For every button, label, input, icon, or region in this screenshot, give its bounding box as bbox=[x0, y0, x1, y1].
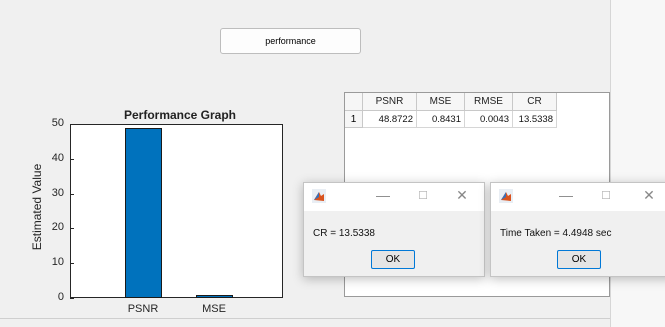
table-header-psnr: PSNR bbox=[363, 93, 417, 111]
table-header-rmse: RMSE bbox=[465, 93, 513, 111]
y-tick-mark bbox=[70, 298, 74, 299]
plot-area bbox=[70, 124, 283, 298]
bar-mse bbox=[195, 295, 233, 298]
y-tick-mark bbox=[70, 194, 74, 195]
y-tick-mark bbox=[70, 159, 74, 160]
x-tick-label: PSNR bbox=[127, 303, 159, 315]
table-corner-cell bbox=[345, 93, 363, 111]
y-tick-mark bbox=[70, 263, 74, 264]
table-header-mse: MSE bbox=[417, 93, 465, 111]
ok-button[interactable]: OK bbox=[557, 250, 601, 269]
minimize-button[interactable]: — bbox=[554, 187, 578, 203]
table-cell-psnr[interactable]: 48.8722 bbox=[363, 111, 417, 128]
y-tick-mark bbox=[70, 228, 74, 229]
performance-button[interactable]: performance bbox=[220, 28, 361, 54]
dialog-titlebar[interactable]: — ☐ ✕ bbox=[491, 183, 665, 211]
close-icon[interactable]: ✕ bbox=[637, 187, 661, 204]
chart-title: Performance Graph bbox=[123, 108, 237, 122]
y-axis-label: Estimated Value bbox=[30, 163, 44, 251]
y-tick-label: 0 bbox=[57, 291, 64, 303]
matlab-logo-icon bbox=[499, 189, 513, 203]
ok-button[interactable]: OK bbox=[371, 250, 415, 269]
x-tick-label: MSE bbox=[202, 303, 226, 315]
table-header-cr: CR bbox=[513, 93, 557, 111]
maximize-button: ☐ bbox=[601, 190, 611, 202]
y-tick-label: 10 bbox=[51, 256, 64, 269]
matlab-logo-icon bbox=[312, 189, 326, 203]
divider bbox=[0, 318, 610, 319]
table-cell-mse[interactable]: 0.8431 bbox=[417, 111, 465, 128]
table-cell-rmse[interactable]: 0.0043 bbox=[465, 111, 513, 128]
y-tick-label: 30 bbox=[51, 186, 64, 199]
maximize-button: ☐ bbox=[418, 190, 428, 202]
minimize-button[interactable]: — bbox=[371, 187, 395, 203]
close-icon[interactable]: ✕ bbox=[450, 187, 474, 204]
time-message: Time Taken = 4.4948 sec bbox=[500, 228, 612, 239]
y-tick-label: 50 bbox=[51, 117, 64, 129]
y-tick-mark bbox=[70, 124, 74, 125]
background-window bbox=[610, 0, 665, 327]
bar-psnr bbox=[124, 127, 162, 298]
dialog-titlebar[interactable]: — ☐ ✕ bbox=[304, 183, 484, 211]
y-tick-label: 40 bbox=[51, 151, 64, 164]
table-row-header: 1 bbox=[345, 111, 363, 128]
cr-dialog: — ☐ ✕ CR = 13.5338 OK bbox=[303, 182, 485, 277]
y-tick-label: 20 bbox=[51, 221, 64, 234]
time-dialog: — ☐ ✕ Time Taken = 4.4948 sec OK bbox=[490, 182, 665, 277]
cr-message: CR = 13.5338 bbox=[313, 228, 375, 239]
table-cell-cr[interactable]: 13.5338 bbox=[513, 111, 557, 128]
